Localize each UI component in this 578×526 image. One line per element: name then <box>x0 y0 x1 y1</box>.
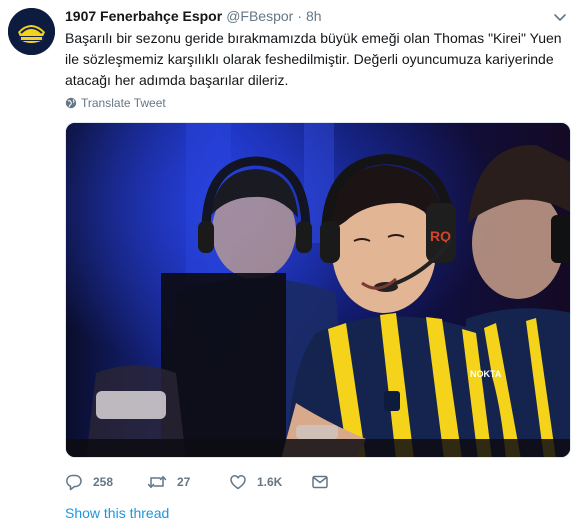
more-options-button[interactable] <box>552 12 568 24</box>
retweet-button[interactable]: 27 <box>147 472 229 492</box>
envelope-icon <box>312 475 328 489</box>
svg-text:NOKTA: NOKTA <box>470 369 502 379</box>
heart-icon <box>230 475 246 490</box>
user-handle[interactable]: @FBespor <box>226 8 293 24</box>
translate-tweet-link[interactable]: Translate Tweet <box>65 95 166 111</box>
tweet-actions: 258 27 1.6K <box>65 472 329 492</box>
tweet-text-line: atacağı her adımda başarılar dileriz. <box>65 72 289 88</box>
tweet-header: 1907 Fenerbahçe Espor @FBespor · 8h <box>65 8 322 28</box>
tweet[interactable]: 1907 Fenerbahçe Espor @FBespor · 8h Başa… <box>0 0 578 526</box>
show-thread-link[interactable]: Show this thread <box>65 505 169 521</box>
translate-label: Translate Tweet <box>81 96 166 110</box>
fenerbahce-logo <box>8 8 55 55</box>
direct-message-button[interactable] <box>311 472 329 492</box>
avatar[interactable] <box>8 8 55 55</box>
tweet-text-line: ile sözleşmemiz karşılıklı olarak feshed… <box>65 51 554 67</box>
tweet-text: Başarılı bir sezonu geride bırakmamızda … <box>65 28 565 91</box>
tweet-photo[interactable]: RQ NOKTA <box>65 122 571 458</box>
retweet-icon <box>147 476 167 488</box>
separator-dot: · <box>297 8 302 24</box>
like-count: 1.6K <box>257 475 283 489</box>
globe-icon <box>65 97 77 109</box>
retweet-count: 27 <box>177 475 191 489</box>
reply-icon <box>66 474 82 491</box>
timestamp[interactable]: 8h <box>306 8 322 24</box>
reply-count: 258 <box>93 475 114 489</box>
chevron-down-icon <box>554 14 566 21</box>
player-photo: RQ NOKTA <box>66 123 570 457</box>
display-name[interactable]: 1907 Fenerbahçe Espor <box>65 8 222 24</box>
like-button[interactable]: 1.6K <box>229 472 311 492</box>
tweet-text-line: Başarılı bir sezonu geride bırakmamızda … <box>65 30 562 46</box>
reply-button[interactable]: 258 <box>65 472 147 492</box>
